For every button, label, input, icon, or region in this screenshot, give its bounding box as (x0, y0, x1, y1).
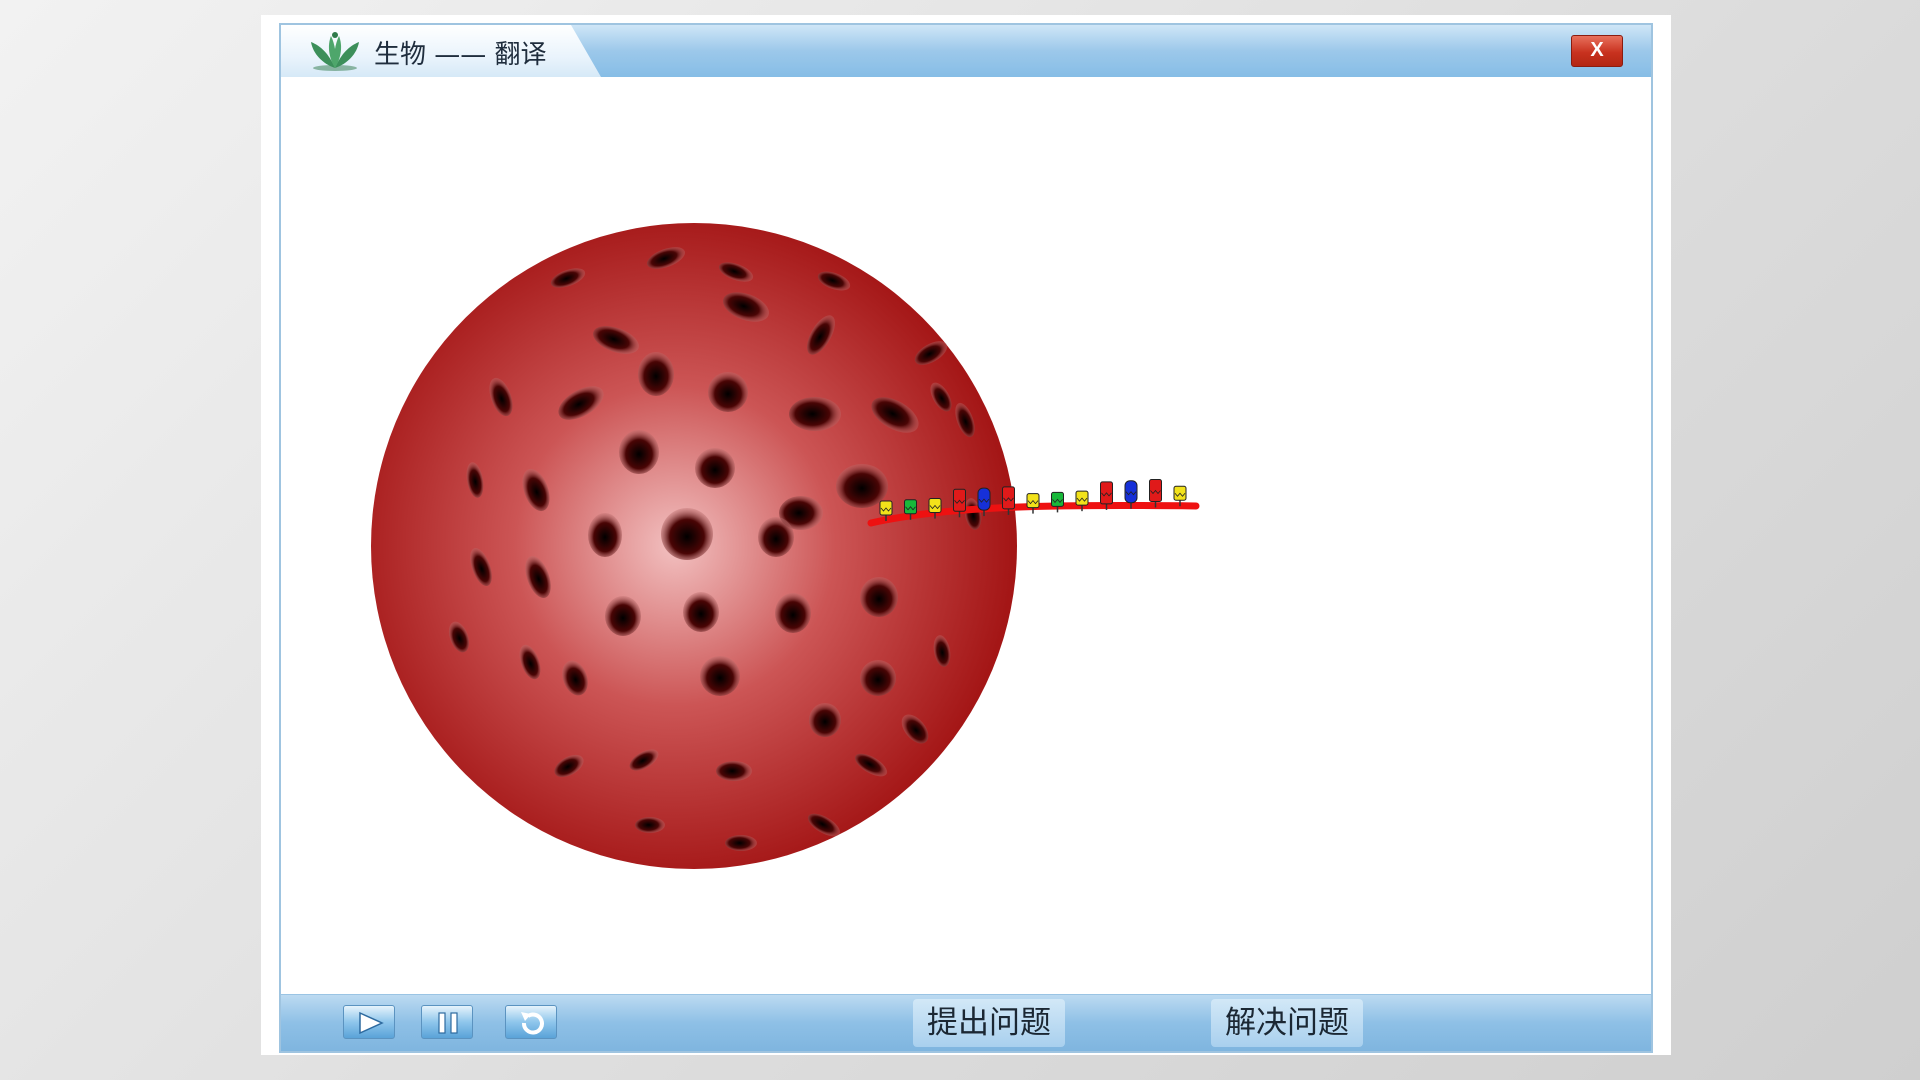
play-icon (359, 1011, 384, 1035)
sphere-pit (635, 817, 665, 833)
pause-button[interactable] (421, 1005, 473, 1039)
raise-question-button[interactable]: 提出问题 (913, 999, 1065, 1047)
sphere-pit (758, 517, 794, 557)
title-bar: 生物 —— 翻译 X (281, 25, 1651, 77)
sphere-pit (789, 397, 841, 431)
nucleotide-base (1026, 493, 1040, 514)
pause-icon (438, 1012, 458, 1034)
ribosome-sphere (371, 223, 1017, 869)
sphere-pit (619, 430, 659, 474)
sphere-pit (775, 593, 811, 633)
sphere-pit (716, 761, 752, 781)
solve-question-button[interactable]: 解决问题 (1211, 999, 1363, 1047)
sphere-pit (809, 703, 841, 737)
animation-stage (281, 77, 1651, 995)
sphere-pit (683, 592, 719, 632)
control-bar: 提出问题 解决问题 (281, 994, 1651, 1051)
play-button[interactable] (343, 1005, 395, 1039)
sphere-pit (700, 656, 740, 696)
sphere-pit (638, 352, 674, 396)
sphere-pit (860, 660, 896, 696)
window-title: 生物 —— 翻译 (374, 40, 547, 70)
sphere-pit (695, 448, 735, 488)
replay-button[interactable] (505, 1005, 557, 1039)
replay-icon (521, 1012, 544, 1035)
plant-logo-icon (311, 32, 359, 71)
sphere-pit (588, 513, 622, 557)
sphere-pit (725, 835, 757, 851)
title-tab: 生物 —— 翻译 (281, 25, 601, 77)
sphere-pit (661, 508, 713, 560)
animation-window: 生物 —— 翻译 X 提出问题 解决问题 (279, 23, 1653, 1053)
sphere-pit (860, 577, 898, 617)
close-button[interactable]: X (1571, 35, 1623, 67)
sphere-pit (708, 372, 748, 412)
sphere-pit (605, 596, 641, 636)
translation-animation (371, 223, 1200, 869)
